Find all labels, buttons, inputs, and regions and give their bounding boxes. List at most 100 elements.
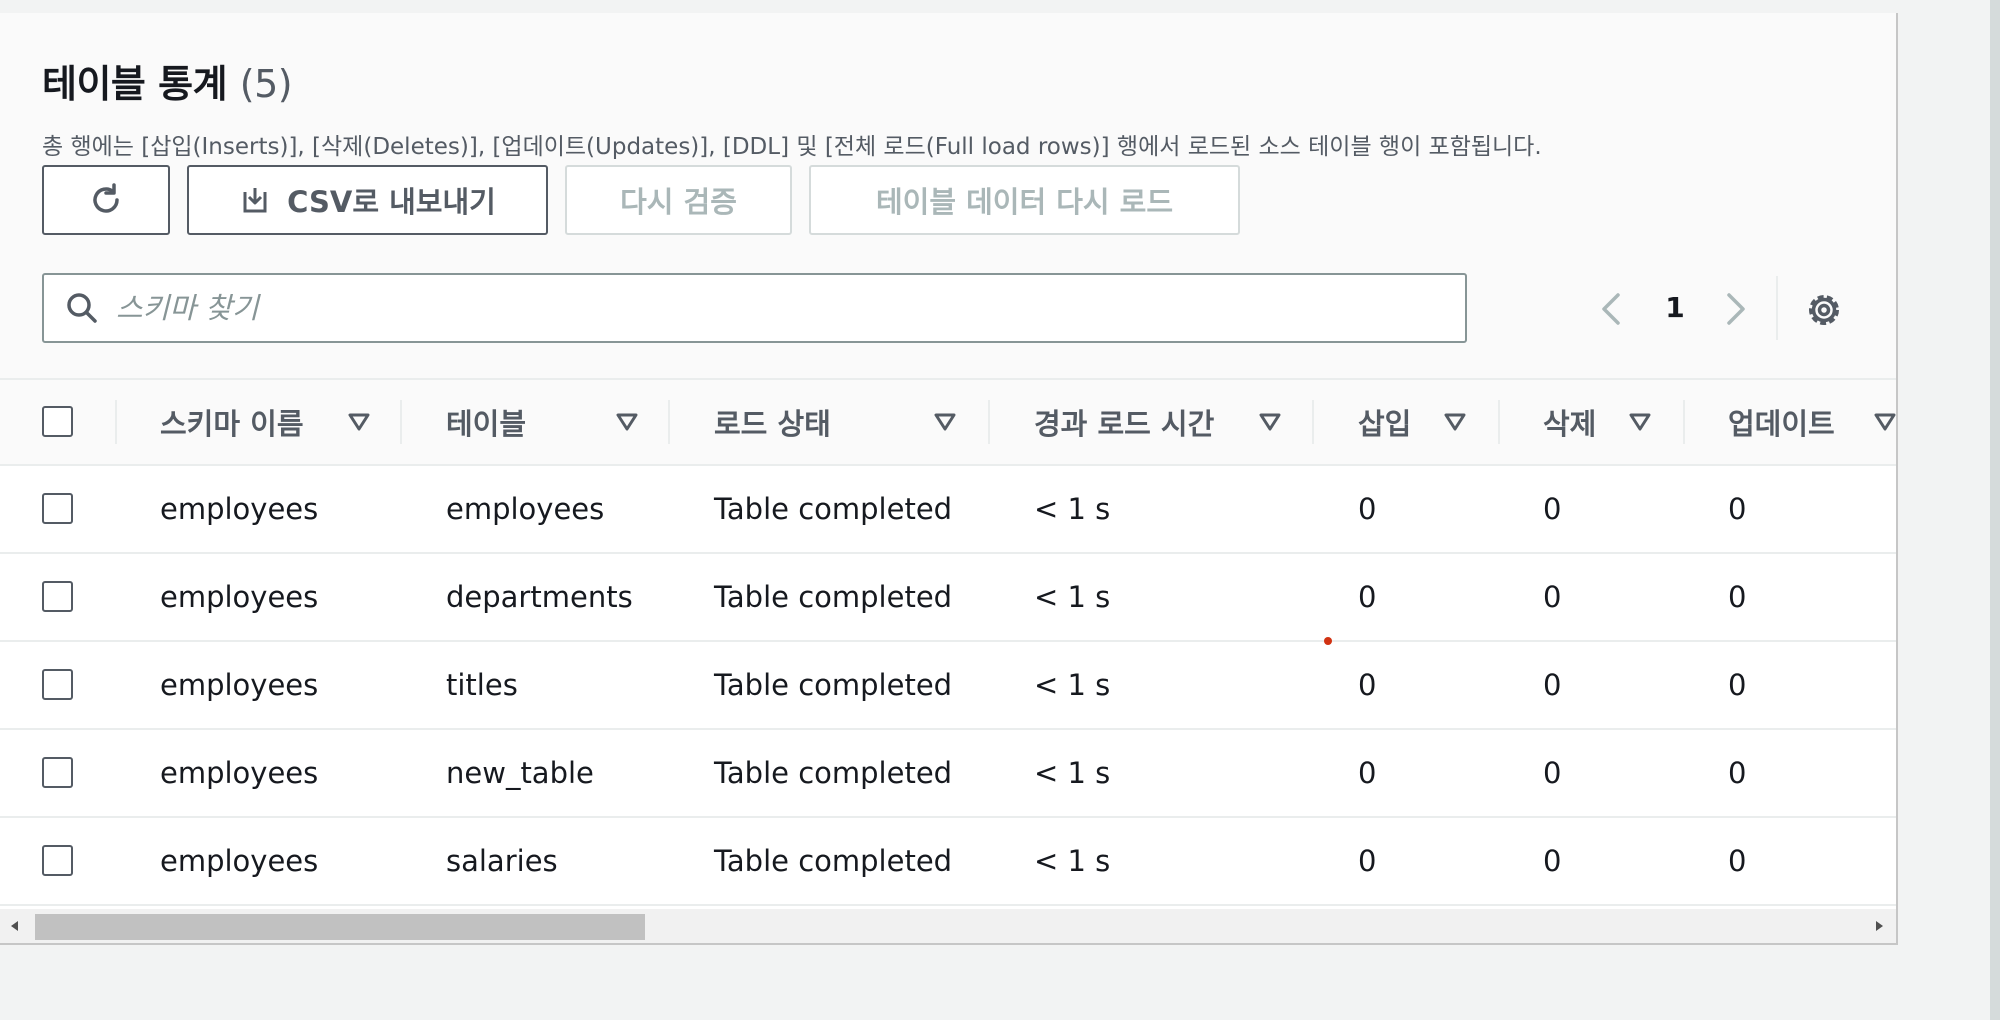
revalidate-label: 다시 검증 bbox=[620, 185, 737, 219]
current-page-number[interactable]: 1 bbox=[1660, 291, 1690, 324]
column-header-label: 로드 상태 bbox=[714, 407, 831, 441]
column-header-table[interactable]: 테이블 bbox=[446, 380, 668, 464]
cell-table: titles bbox=[446, 668, 518, 702]
cell-inserts: 0 bbox=[1358, 580, 1377, 614]
cell-deletes: 0 bbox=[1543, 668, 1562, 702]
cell-updates: 0 bbox=[1728, 668, 1747, 702]
next-page-icon[interactable] bbox=[1715, 289, 1755, 329]
column-header-deletes[interactable]: 삭제 bbox=[1543, 380, 1683, 464]
table-row: employees new_table Table completed < 1 … bbox=[0, 730, 1896, 818]
cell-load-status: Table completed bbox=[714, 844, 953, 878]
column-header-schema-name[interactable]: 스키마 이름 bbox=[160, 380, 400, 464]
row-checkbox[interactable] bbox=[42, 757, 73, 788]
column-divider bbox=[400, 400, 402, 444]
panel-title-text: 테이블 통계 bbox=[42, 62, 228, 106]
sort-icon bbox=[934, 413, 956, 431]
cell-load-status: Table completed bbox=[714, 580, 953, 614]
cell-elapsed-load-time: < 1 s bbox=[1034, 668, 1111, 702]
cell-elapsed-load-time: < 1 s bbox=[1034, 580, 1111, 614]
export-csv-button[interactable]: CSV로 내보내기 bbox=[187, 165, 548, 235]
gear-icon[interactable] bbox=[1803, 289, 1845, 331]
cell-deletes: 0 bbox=[1543, 492, 1562, 526]
column-header-label: 삭제 bbox=[1543, 407, 1597, 441]
cell-elapsed-load-time: < 1 s bbox=[1034, 492, 1111, 526]
table-row: employees departments Table completed < … bbox=[0, 554, 1896, 642]
cell-deletes: 0 bbox=[1543, 844, 1562, 878]
cell-schema-name: employees bbox=[160, 668, 319, 702]
column-divider bbox=[115, 400, 117, 444]
cell-load-status: Table completed bbox=[714, 492, 953, 526]
pagination-divider bbox=[1776, 276, 1778, 340]
reload-table-data-label: 테이블 데이터 다시 로드 bbox=[875, 185, 1174, 219]
cell-elapsed-load-time: < 1 s bbox=[1034, 844, 1111, 878]
schema-search bbox=[42, 273, 1467, 343]
sort-icon bbox=[1629, 413, 1651, 431]
table-statistics-panel: 테이블 통계 (5) 총 행에는 [삽입(Inserts)], [삭제(Dele… bbox=[0, 13, 1898, 945]
cell-table: departments bbox=[446, 580, 633, 614]
cell-inserts: 0 bbox=[1358, 756, 1377, 790]
table-row: employees titles Table completed < 1 s 0… bbox=[0, 642, 1896, 730]
sort-icon bbox=[1874, 413, 1896, 431]
refresh-icon bbox=[93, 183, 119, 213]
cell-schema-name: employees bbox=[160, 756, 319, 790]
search-input[interactable] bbox=[116, 291, 1416, 325]
reload-table-data-button[interactable]: 테이블 데이터 다시 로드 bbox=[809, 165, 1240, 235]
revalidate-button[interactable]: 다시 검증 bbox=[565, 165, 792, 235]
column-header-load-status[interactable]: 로드 상태 bbox=[714, 380, 988, 464]
panel-description: 총 행에는 [삽입(Inserts)], [삭제(Deletes)], [업데이… bbox=[42, 134, 1542, 160]
column-header-inserts[interactable]: 삽입 bbox=[1358, 380, 1498, 464]
column-header-label: 삽입 bbox=[1358, 407, 1412, 441]
cell-schema-name: employees bbox=[160, 492, 319, 526]
row-checkbox[interactable] bbox=[42, 669, 73, 700]
column-header-updates[interactable]: 업데이트 bbox=[1728, 380, 1896, 464]
select-all-checkbox[interactable] bbox=[42, 406, 73, 437]
window-edge bbox=[1990, 0, 2000, 1020]
column-header-elapsed-load-time[interactable]: 경과 로드 시간 bbox=[1034, 380, 1312, 464]
cell-schema-name: employees bbox=[160, 844, 319, 878]
sort-icon bbox=[1444, 413, 1466, 431]
cell-inserts: 0 bbox=[1358, 668, 1377, 702]
row-checkbox[interactable] bbox=[42, 845, 73, 876]
sort-icon bbox=[616, 413, 638, 431]
column-divider bbox=[1498, 400, 1500, 444]
download-icon bbox=[243, 188, 267, 213]
row-checkbox[interactable] bbox=[42, 581, 73, 612]
export-csv-label: CSV로 내보내기 bbox=[287, 185, 496, 219]
cell-deletes: 0 bbox=[1543, 756, 1562, 790]
cell-load-status: Table completed bbox=[714, 668, 953, 702]
cell-inserts: 0 bbox=[1358, 844, 1377, 878]
table-row: employees employees Table completed < 1 … bbox=[0, 466, 1896, 554]
cell-schema-name: employees bbox=[160, 580, 319, 614]
column-divider bbox=[1312, 400, 1314, 444]
column-header-label: 경과 로드 시간 bbox=[1034, 407, 1215, 441]
scroll-right-arrow-icon[interactable] bbox=[1872, 919, 1886, 933]
cursor-marker bbox=[1324, 637, 1332, 645]
column-header-label: 업데이트 bbox=[1728, 407, 1835, 441]
table-header-row: 스키마 이름 테이블 로드 상태 경과 로드 시간 삽입 삭제 업데이트 bbox=[0, 378, 1896, 466]
cell-deletes: 0 bbox=[1543, 580, 1562, 614]
table-count: (5) bbox=[239, 62, 293, 106]
cell-updates: 0 bbox=[1728, 756, 1747, 790]
column-header-label: 스키마 이름 bbox=[160, 407, 304, 441]
scrollbar-thumb[interactable] bbox=[35, 914, 645, 940]
refresh-button[interactable] bbox=[42, 165, 170, 235]
sort-icon bbox=[1259, 413, 1281, 431]
table-row: employees salaries Table completed < 1 s… bbox=[0, 818, 1896, 906]
row-checkbox[interactable] bbox=[42, 493, 73, 524]
cell-elapsed-load-time: < 1 s bbox=[1034, 756, 1111, 790]
cell-table: new_table bbox=[446, 756, 594, 790]
cell-table: salaries bbox=[446, 844, 558, 878]
cell-load-status: Table completed bbox=[714, 756, 953, 790]
column-divider bbox=[988, 400, 990, 444]
column-divider bbox=[1683, 400, 1685, 444]
cell-updates: 0 bbox=[1728, 580, 1747, 614]
panel-title: 테이블 통계 (5) bbox=[42, 53, 293, 108]
column-header-label: 테이블 bbox=[446, 407, 527, 441]
column-divider bbox=[668, 400, 670, 444]
scroll-left-arrow-icon[interactable] bbox=[8, 919, 22, 933]
panel-header: 테이블 통계 (5) 총 행에는 [삽입(Inserts)], [삭제(Dele… bbox=[0, 13, 1896, 378]
search-icon bbox=[67, 293, 97, 323]
previous-page-icon[interactable] bbox=[1592, 289, 1632, 329]
cell-inserts: 0 bbox=[1358, 492, 1377, 526]
horizontal-scrollbar[interactable] bbox=[0, 909, 1896, 943]
